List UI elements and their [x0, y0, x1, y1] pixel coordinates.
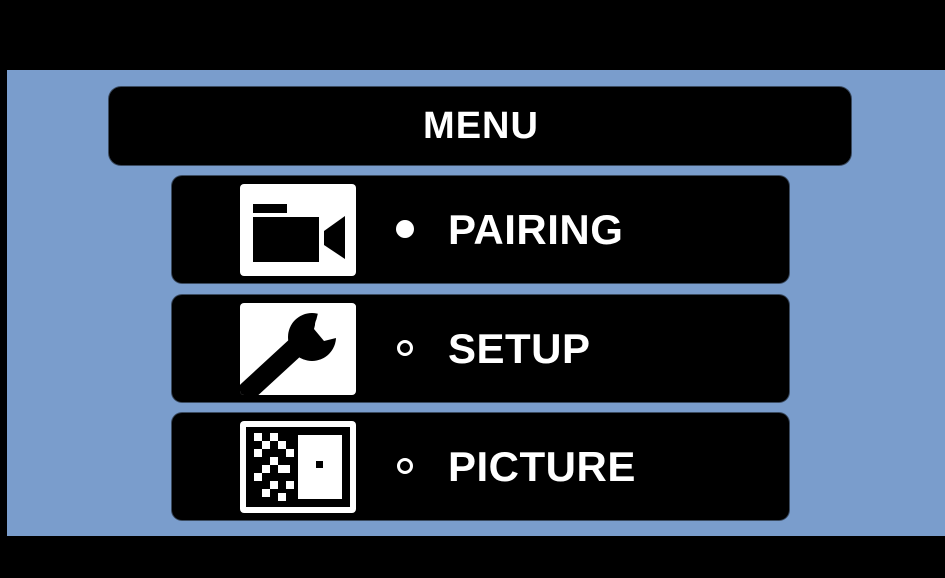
- menu-item-label: SETUP: [448, 325, 591, 372]
- bottom-letterbox-bar: [0, 536, 945, 578]
- menu-title: MENU: [423, 104, 539, 147]
- menu-header: MENU: [109, 87, 851, 165]
- menu-item-label: PICTURE: [448, 443, 636, 490]
- menu-item-picture[interactable]: PICTURE: [172, 413, 789, 520]
- menu-item-pairing[interactable]: PAIRING: [172, 176, 789, 283]
- menu-screen: MENU PAIRING SETUP PICTURE: [0, 0, 945, 578]
- picture-pattern-icon: [240, 421, 356, 513]
- unselected-radio-indicator: [397, 340, 413, 356]
- selected-radio-indicator: [396, 220, 414, 238]
- wrench-icon: [240, 303, 356, 395]
- unselected-radio-indicator: [397, 458, 413, 474]
- menu-item-setup[interactable]: SETUP: [172, 295, 789, 402]
- top-letterbox-bar: [0, 0, 945, 70]
- video-camera-icon: [240, 184, 356, 276]
- menu-item-label: PAIRING: [448, 206, 624, 253]
